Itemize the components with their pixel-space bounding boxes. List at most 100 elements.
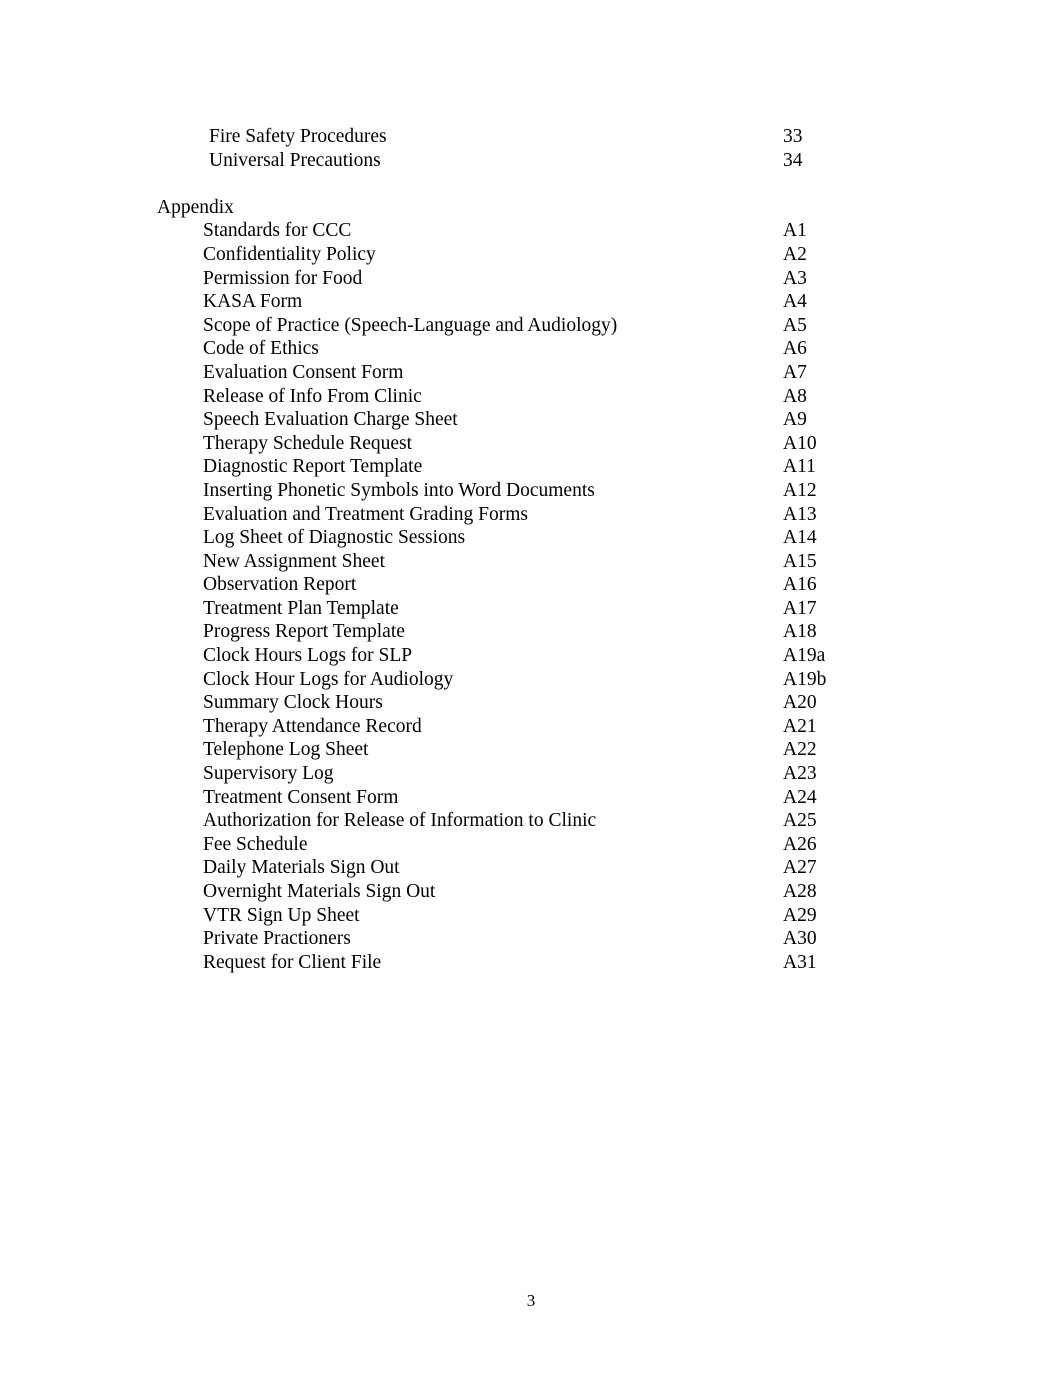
toc-entry: New Assignment Sheet A15 bbox=[0, 550, 1062, 574]
toc-entry: Evaluation Consent Form A7 bbox=[0, 361, 1062, 385]
toc-appendix-entries: Standards for CCC A1 Confidentiality Polic… bbox=[0, 219, 1062, 974]
toc-entry-page: A1 bbox=[783, 220, 807, 242]
toc-entry-page: A17 bbox=[783, 597, 817, 619]
toc-entry: Overnight Materials Sign Out A28 bbox=[0, 880, 1062, 904]
toc-entry-title: Supervisory Log bbox=[203, 763, 334, 785]
toc-entry: Request for Client File A31 bbox=[0, 951, 1062, 975]
toc-entry: Observation Report A16 bbox=[0, 573, 1062, 597]
toc-entry: Therapy Attendance Record A21 bbox=[0, 715, 1062, 739]
toc-entry: Scope of Practice (Speech-Language and A… bbox=[0, 314, 1062, 338]
toc-entry-page: A30 bbox=[783, 928, 817, 950]
toc-entry-title: Clock Hour Logs for Audiology bbox=[203, 668, 454, 690]
toc-entry-title: Daily Materials Sign Out bbox=[203, 857, 400, 879]
toc-entry-title: Permission for Food bbox=[203, 267, 363, 289]
toc-entry-title: Telephone Log Sheet bbox=[203, 739, 369, 761]
toc-entry-page: A23 bbox=[783, 763, 817, 785]
toc-entry-title: Fire Safety Procedures bbox=[209, 126, 387, 147]
toc-entry-page: A2 bbox=[783, 243, 807, 265]
toc-entry-title: New Assignment Sheet bbox=[203, 550, 385, 572]
toc-entry-page: A22 bbox=[783, 739, 817, 761]
toc-entry-page: A21 bbox=[783, 715, 817, 737]
toc-entry-page: A26 bbox=[783, 833, 817, 855]
toc-entry: Standards for CCC A1 bbox=[0, 219, 1062, 243]
page-number: 3 bbox=[526, 1291, 536, 1310]
toc-entry-page: A27 bbox=[783, 857, 817, 879]
toc-entry: Fee Schedule A26 bbox=[0, 833, 1062, 857]
toc-entry-page: 33 bbox=[783, 126, 803, 147]
toc-entry-title: Evaluation Consent Form bbox=[203, 361, 404, 383]
toc-entry-page: A4 bbox=[783, 291, 807, 313]
toc-entry-title: Scope of Practice (Speech-Language and A… bbox=[203, 314, 618, 336]
document-page: Fire Safety Procedures 33 Universal Precau… bbox=[0, 0, 1062, 1376]
toc-entry-title: Clock Hours Logs for SLP bbox=[203, 645, 413, 667]
toc-entry-title: Treatment Plan Template bbox=[203, 597, 399, 619]
toc-entry: Fire Safety Procedures 33 bbox=[0, 125, 1062, 149]
toc-entry-title: Speech Evaluation Charge Sheet bbox=[203, 409, 458, 431]
toc-entry-title: Confidentiality Policy bbox=[203, 243, 376, 265]
toc-entry: Universal Precautions 34 bbox=[0, 149, 1062, 173]
toc-entry-title: Inserting Phonetic Symbols into Word Doc… bbox=[203, 479, 595, 501]
toc-entry: Summary Clock Hours A20 bbox=[0, 691, 1062, 715]
toc-entry-page: A19a bbox=[783, 645, 826, 667]
toc-entry: Treatment Consent Form A24 bbox=[0, 786, 1062, 810]
toc-entry: Speech Evaluation Charge Sheet A9 bbox=[0, 408, 1062, 432]
toc-entry-page: A7 bbox=[783, 361, 807, 383]
toc-entry: Private Practioners A30 bbox=[0, 927, 1062, 951]
toc-entry-title: Progress Report Template bbox=[203, 621, 405, 643]
toc-entry-title: Therapy Schedule Request bbox=[203, 432, 413, 454]
toc-entry-title: Overnight Materials Sign Out bbox=[203, 881, 436, 902]
toc-entry-page: A3 bbox=[783, 267, 807, 289]
toc-entry-page: A8 bbox=[783, 385, 807, 407]
toc-entry: KASA Form A4 bbox=[0, 290, 1062, 314]
toc-entry-title: Diagnostic Report Template bbox=[203, 456, 423, 478]
toc-entry: Clock Hour Logs for Audiology A19b bbox=[0, 668, 1062, 692]
toc-entry-page: A9 bbox=[783, 409, 807, 431]
toc-entry-title: Standards for CCC bbox=[203, 220, 352, 242]
toc-entry-page: A5 bbox=[783, 314, 807, 336]
toc-entry-title: Private Practioners bbox=[203, 928, 351, 950]
toc-entry-page: A24 bbox=[783, 786, 817, 808]
toc-entry-title: Treatment Consent Form bbox=[203, 786, 399, 808]
toc-entry-title: Observation Report bbox=[203, 574, 357, 596]
toc-entry: Log Sheet of Diagnostic Sessions A14 bbox=[0, 526, 1062, 550]
toc-entry-title: Log Sheet of Diagnostic Sessions bbox=[203, 527, 466, 549]
toc-entry: Evaluation and Treatment Grading Forms A1… bbox=[0, 503, 1062, 527]
toc-entry: Therapy Schedule Request A10 bbox=[0, 432, 1062, 456]
toc-entry-title: KASA Form bbox=[203, 291, 303, 313]
appendix-heading: Appendix bbox=[157, 196, 234, 218]
toc-entry: Clock Hours Logs for SLP A19a bbox=[0, 644, 1062, 668]
toc-entry-page: A20 bbox=[783, 692, 817, 714]
toc-entry: Release of Info From Clinic A8 bbox=[0, 385, 1062, 409]
toc-entry-title: VTR Sign Up Sheet bbox=[203, 904, 360, 926]
toc-entry: Progress Report Template A18 bbox=[0, 620, 1062, 644]
toc-entry-page: A25 bbox=[783, 810, 817, 832]
toc-entry-title: Fee Schedule bbox=[203, 833, 308, 855]
toc-entry: Authorization for Release of Information… bbox=[0, 809, 1062, 833]
toc-entry: Daily Materials Sign Out A27 bbox=[0, 856, 1062, 880]
toc-entry: Code of Ethics A6 bbox=[0, 337, 1062, 361]
toc-entry: Permission for Food A3 bbox=[0, 267, 1062, 291]
toc-entry: Diagnostic Report Template A11 bbox=[0, 455, 1062, 479]
toc-entry: Telephone Log Sheet A22 bbox=[0, 738, 1062, 762]
toc-entry-page: A28 bbox=[783, 881, 817, 902]
toc-entry-page: A11 bbox=[783, 456, 816, 478]
toc-entry-title: Evaluation and Treatment Grading Forms bbox=[203, 503, 528, 525]
toc-entry-page: 34 bbox=[783, 149, 803, 171]
table-of-contents: Fire Safety Procedures 33 Universal Precau… bbox=[0, 0, 1062, 974]
toc-entry: Supervisory Log A23 bbox=[0, 762, 1062, 786]
toc-entry-page: A31 bbox=[783, 951, 817, 973]
toc-entry-title: Universal Precautions bbox=[209, 149, 381, 171]
section-gap-spacer bbox=[0, 172, 1062, 196]
toc-entry: Treatment Plan Template A17 bbox=[0, 597, 1062, 621]
toc-entry-page: A6 bbox=[783, 338, 807, 360]
toc-entry-title: Therapy Attendance Record bbox=[203, 715, 422, 737]
toc-entry-page: A13 bbox=[783, 503, 817, 525]
toc-entry: Confidentiality Policy A2 bbox=[0, 243, 1062, 267]
toc-entry: Inserting Phonetic Symbols into Word Doc… bbox=[0, 479, 1062, 503]
toc-entry-page: A10 bbox=[783, 432, 817, 454]
toc-lead-entries: Fire Safety Procedures 33 Universal Precau… bbox=[0, 125, 1062, 172]
toc-entry-title: Summary Clock Hours bbox=[203, 692, 383, 714]
toc-entry-page: A12 bbox=[783, 479, 817, 501]
toc-entry-page: A19b bbox=[783, 668, 827, 690]
toc-entry-page: A16 bbox=[783, 574, 817, 596]
